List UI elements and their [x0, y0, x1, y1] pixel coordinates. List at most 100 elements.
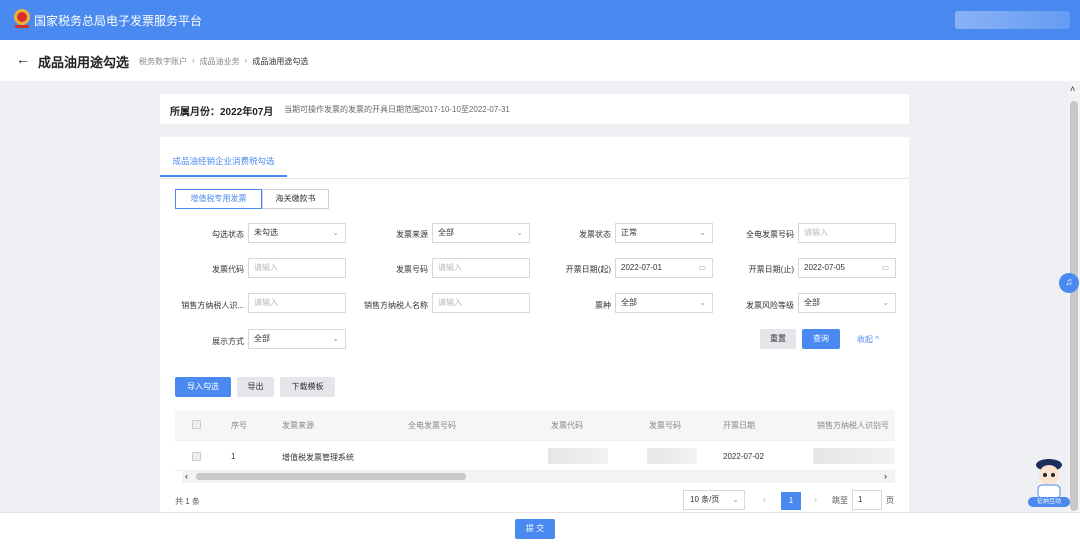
invoice-status-select[interactable]: 正常 ⌄	[615, 223, 713, 243]
page-current[interactable]: 1	[781, 492, 801, 510]
goto-unit: 页	[886, 496, 894, 505]
page-title: 成品油用途勾选	[38, 55, 130, 70]
period-month: 所属月份：2022年07月	[170, 107, 274, 118]
date-start-label: 开票日期(起)	[565, 265, 611, 274]
calendar-icon: ▭	[881, 263, 889, 272]
page-header: ← 成品油用途勾选 税务数字账户 › 成品油业务 › 成品油用途勾选	[0, 40, 1080, 81]
horizontal-scrollbar[interactable]: ‹ ›	[182, 471, 895, 483]
select-value: 10 条/页	[690, 495, 720, 504]
scrollbar-thumb[interactable]	[196, 473, 466, 480]
invoice-number-label: 发票号码	[396, 265, 428, 274]
cell-code-redacted	[548, 448, 608, 464]
top-bar: 国家税务总局电子发票服务平台	[0, 0, 1080, 40]
invoice-status-label: 发票状态	[579, 230, 611, 239]
chevron-down-icon: ⌄	[332, 334, 339, 343]
chevron-right-icon: ›	[192, 56, 195, 65]
chevron-down-icon: ⌄	[332, 228, 339, 237]
chevron-down-icon: ⌄	[699, 298, 706, 307]
cell-number-redacted	[647, 448, 697, 464]
import-check-button[interactable]: 导入勾选	[175, 377, 231, 397]
table-header: 序号 发票来源 全电发票号码 发票代码 发票号码 开票日期 销售方纳税人识别号	[175, 410, 895, 440]
source-select[interactable]: 全部 ⌄	[432, 223, 530, 243]
risk-level-select[interactable]: 全部 ⌄	[798, 293, 896, 313]
table-row[interactable]: 1 增值税发票管理系统 2022-07-02	[175, 440, 895, 471]
ticket-type-label: 票种	[595, 301, 611, 310]
page-size-select[interactable]: 10 条/页 ⌄	[683, 490, 745, 510]
footer-bar: 提 交	[0, 512, 1080, 545]
export-button[interactable]: 导出	[237, 377, 274, 397]
chevron-down-icon: ⌄	[699, 228, 706, 237]
seller-name-input[interactable]: 请输入	[432, 293, 530, 313]
subtab-vat-special-invoice[interactable]: 增值税专用发票	[175, 189, 262, 209]
scroll-left-icon[interactable]: ‹	[185, 471, 188, 481]
chevron-down-icon: ⌄	[732, 495, 739, 504]
invoice-number-input[interactable]: 请输入	[432, 258, 530, 278]
next-page-icon[interactable]: ›	[814, 494, 817, 504]
date-value: 2022-07-05	[804, 263, 845, 272]
col-code: 发票代码	[551, 421, 583, 430]
col-source: 发票来源	[282, 421, 314, 430]
tab-divider	[160, 178, 909, 179]
arrow-left-icon[interactable]: ←	[16, 51, 30, 67]
select-all-checkbox[interactable]	[192, 420, 201, 429]
chevron-down-icon: ⌄	[516, 228, 523, 237]
calendar-icon: ▭	[698, 263, 706, 272]
select-value: 未勾选	[254, 228, 278, 237]
national-emblem-icon	[14, 9, 30, 28]
goto-label: 跳至	[832, 496, 848, 505]
ticket-type-select[interactable]: 全部 ⌄	[615, 293, 713, 313]
tab-consumption-tax-check[interactable]: 成品油经销企业消费税勾选	[160, 155, 287, 177]
seller-tax-id-label: 销售方纳税人识...	[181, 301, 244, 310]
user-info[interactable]	[955, 11, 1070, 29]
select-value: 全部	[804, 298, 820, 307]
select-value: 全部	[621, 298, 637, 307]
date-end-label: 开票日期(止)	[748, 265, 794, 274]
subtab-customs-payment[interactable]: 海关缴款书	[262, 189, 329, 209]
invoice-code-label: 发票代码	[212, 265, 244, 274]
scroll-right-icon[interactable]: ›	[884, 471, 887, 481]
col-index: 序号	[231, 421, 247, 430]
full-number-label: 全电发票号码	[746, 230, 794, 239]
col-seller-id: 销售方纳税人识别号	[817, 421, 889, 430]
cell-date: 2022-07-02	[723, 452, 764, 461]
assistant-widget[interactable]: 征纳互动	[1028, 455, 1070, 509]
download-template-button[interactable]: 下载模板	[280, 377, 335, 397]
assistant-avatar-icon	[1036, 459, 1062, 499]
chevron-right-icon: ›	[244, 56, 248, 65]
chevron-down-icon: ⌄	[882, 298, 889, 307]
query-button[interactable]: 查询	[802, 329, 840, 349]
select-value: 全部	[254, 334, 270, 343]
breadcrumb-item[interactable]: 税务数字账户	[139, 56, 187, 67]
cell-index: 1	[231, 452, 236, 461]
check-status-select[interactable]: 未勾选 ⌄	[248, 223, 346, 243]
total-count: 共 1 条	[175, 497, 200, 506]
display-mode-label: 展示方式	[212, 337, 244, 346]
date-start-picker[interactable]: 2022-07-01 ▭	[615, 258, 713, 278]
scroll-up-icon[interactable]: ˄	[1070, 84, 1075, 94]
select-value: 全部	[438, 228, 454, 237]
source-label: 发票来源	[396, 230, 428, 239]
main-card: 成品油经销企业消费税勾选 增值税专用发票 海关缴款书 勾选状态 未勾选 ⌄ 发票来…	[160, 137, 909, 517]
seller-tax-id-input[interactable]: 请输入	[248, 293, 346, 313]
invoice-code-input[interactable]: 请输入	[248, 258, 346, 278]
col-full-number: 全电发票号码	[408, 421, 456, 430]
reset-button[interactable]: 重置	[760, 329, 796, 349]
assistant-label: 征纳互动	[1028, 497, 1070, 507]
risk-level-label: 发票风险等级	[746, 301, 794, 310]
row-checkbox[interactable]	[192, 452, 201, 461]
prev-page-icon[interactable]: ‹	[763, 494, 766, 504]
scrollbar-thumb[interactable]	[1070, 101, 1078, 511]
period-card: 所属月份：2022年07月 当期可操作发票的发票的开具日期范围2017-10-1…	[160, 94, 909, 124]
cell-seller-id-redacted	[813, 448, 895, 464]
goto-page-input[interactable]: 1	[852, 490, 882, 510]
submit-button[interactable]: 提 交	[515, 519, 555, 539]
full-number-input[interactable]: 请输入	[798, 223, 896, 243]
display-mode-select[interactable]: 全部 ⌄	[248, 329, 346, 349]
headset-icon[interactable]: ♫	[1059, 273, 1079, 293]
collapse-toggle[interactable]: 收起 ^	[857, 334, 879, 345]
date-end-picker[interactable]: 2022-07-05 ▭	[798, 258, 896, 278]
breadcrumb: 税务数字账户 › 成品油业务 › 成品油用途勾选	[139, 56, 308, 67]
cell-source: 增值税发票管理系统	[282, 453, 354, 462]
col-number: 发票号码	[649, 421, 681, 430]
breadcrumb-item[interactable]: 成品油业务	[200, 56, 240, 67]
